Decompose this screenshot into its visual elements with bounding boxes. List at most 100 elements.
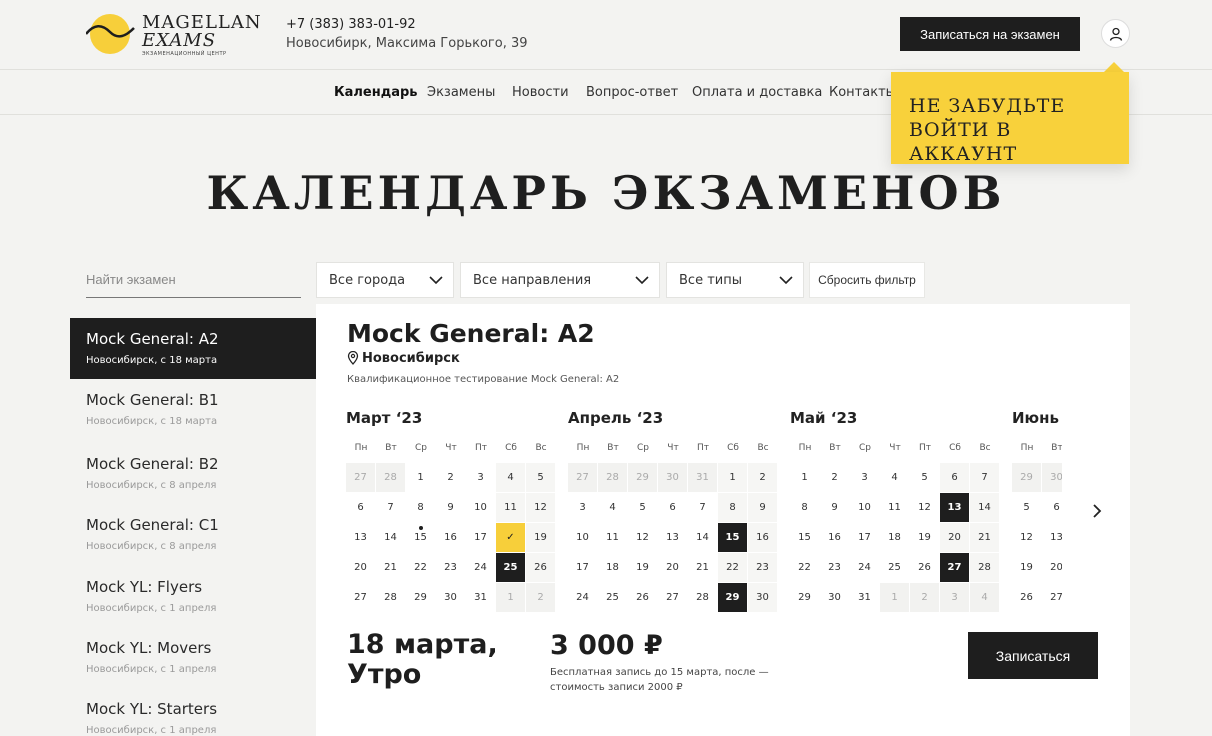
calendar-month-title: Июнь ‘23	[1012, 409, 1062, 427]
nav-contacts[interactable]: Контакты	[829, 85, 896, 100]
calendar-day: 29	[414, 592, 427, 603]
calendar-day: 30	[828, 592, 841, 603]
chevron-down-icon	[779, 276, 793, 285]
calendar-day: 17	[576, 562, 589, 573]
type-select-value: Все типы	[679, 272, 742, 288]
calendar-day: 31	[474, 592, 487, 603]
calendar-day: 4	[496, 463, 525, 492]
calendar-day: 22	[798, 562, 811, 573]
exam-list-item[interactable]: Mock General: C1 Новосибирск, с 8 апреля	[70, 504, 316, 565]
calendar-day: 26	[918, 562, 931, 573]
calendar-day-available[interactable]: 13	[940, 493, 969, 522]
direction-select-value: Все направления	[473, 272, 592, 288]
exam-name: Mock General: B2	[86, 455, 219, 473]
calendar-day: 1	[496, 583, 525, 612]
calendar-day: 3	[477, 472, 484, 483]
type-select[interactable]: Все типы	[666, 262, 804, 298]
weekday-label: Вт	[1051, 443, 1062, 453]
calendar-day: 13	[666, 532, 679, 543]
exam-name: Mock YL: Starters	[86, 700, 218, 718]
calendar-day: 14	[384, 532, 397, 543]
nav-faq[interactable]: Вопрос-ответ	[586, 85, 678, 100]
nav-exams[interactable]: Экзамены	[427, 85, 495, 100]
calendar-day: 7	[699, 502, 706, 513]
logo-text-exams: EXAMS	[142, 30, 217, 51]
calendar-day: 28	[384, 592, 397, 603]
calendar-day-available[interactable]: 27	[940, 553, 969, 582]
calendar-day-selected[interactable]: ✓	[496, 523, 525, 552]
page-title: Календарь экзаменов	[206, 166, 1006, 220]
calendar-day: 28	[970, 553, 999, 582]
weekday-label: Вт	[385, 443, 397, 453]
calendar-day: 22	[414, 562, 427, 573]
tooltip-text: Не забудьте войти в аккаунт	[909, 95, 1066, 165]
city-select[interactable]: Все города	[316, 262, 454, 298]
calendar-day: 4	[891, 472, 898, 483]
selected-date: 18 марта, Утро	[347, 630, 498, 690]
calendar-day-available[interactable]: 29	[718, 583, 747, 612]
calendar-day: 6	[1053, 502, 1060, 513]
nav-payment[interactable]: Оплата и доставка	[692, 85, 822, 100]
weekday-label: Пт	[696, 443, 709, 453]
exam-date: Новосибирск, с 8 апреля	[86, 541, 217, 552]
exam-date: Новосибирск, с 1 апреля	[86, 725, 217, 736]
exam-list-item[interactable]: Mock General: A2 Новосибирск, с 18 марта	[70, 318, 328, 379]
exam-list-item[interactable]: Mock YL: Starters Новосибирск, с 1 апрел…	[70, 688, 316, 736]
calendar-day: 27	[568, 463, 597, 492]
weekday-label: Сб	[505, 443, 517, 453]
exam-date: Новосибирск, с 18 марта	[86, 416, 218, 427]
phone-link[interactable]: +7 (383) 383-01-92	[286, 17, 416, 32]
calendar-day: 26	[526, 553, 555, 582]
calendar-day: 27	[666, 592, 679, 603]
calendar-day: 2	[526, 583, 555, 612]
calendar-day: 15	[414, 532, 427, 543]
calendar-day: 5	[1023, 502, 1030, 513]
weekday-label: Чт	[667, 443, 679, 453]
register-exam-button[interactable]: Записаться на экзамен	[900, 17, 1080, 51]
exam-date: Новосибирск, с 1 апреля	[86, 603, 217, 614]
calendar-day: 3	[861, 472, 868, 483]
calendar-day: 24	[474, 562, 487, 573]
calendar-day: 21	[696, 562, 709, 573]
calendar-day: 22	[718, 553, 747, 582]
calendar-day: 8	[406, 493, 435, 530]
weekday-label: Чт	[889, 443, 901, 453]
logo[interactable]: MAGELLAN EXAMS ЭКЗАМЕНАЦИОННЫЙ ЦЕНТР	[86, 12, 261, 60]
logo-subtitle: ЭКЗАМЕНАЦИОННЫЙ ЦЕНТР	[142, 51, 227, 57]
exam-list-item[interactable]: Mock YL: Movers Новосибирск, с 1 апреля	[70, 627, 316, 688]
calendar-day: 23	[748, 553, 777, 582]
calendar-day: 9	[748, 493, 777, 522]
calendar-day: 17	[858, 532, 871, 543]
account-button[interactable]	[1101, 19, 1130, 48]
calendar-day: 29	[1012, 463, 1041, 492]
calendar-day: 16	[828, 532, 841, 543]
signup-button[interactable]: Записаться	[968, 632, 1098, 679]
calendar-day: 7	[387, 502, 394, 513]
exam-list-item[interactable]: Mock YL: Flyers Новосибирск, с 1 апреля	[70, 566, 316, 627]
exam-list-item[interactable]: Mock General: B1 Новосибирск, с 18 марта	[70, 379, 316, 440]
calendar-day: 28	[376, 463, 405, 492]
user-icon	[1109, 27, 1122, 41]
nav-news[interactable]: Новости	[512, 85, 569, 100]
weekday-label: Ср	[859, 443, 871, 453]
calendar-day: 16	[444, 532, 457, 543]
search-input[interactable]	[86, 262, 301, 298]
weekday-label: Пн	[1020, 443, 1034, 453]
calendar-day: 8	[718, 493, 747, 522]
calendar-day-available[interactable]: 25	[496, 553, 525, 582]
nav-calendar[interactable]: Календарь	[334, 85, 418, 100]
direction-select[interactable]: Все направления	[460, 262, 660, 298]
weekday-label: Пт	[474, 443, 487, 453]
calendar-day: 29	[798, 592, 811, 603]
calendar-day: 12	[1020, 532, 1033, 543]
exam-list-item[interactable]: Mock General: B2 Новосибирск, с 8 апреля	[70, 443, 316, 504]
calendar-day: 24	[858, 562, 871, 573]
calendar-next-arrow-icon[interactable]	[1088, 502, 1106, 520]
exam-city: Новосибирск	[362, 351, 460, 366]
reset-filter-button[interactable]: Сбросить фильтр	[809, 262, 925, 298]
weekday-label: Вс	[757, 443, 769, 453]
weekday-label: Пн	[576, 443, 590, 453]
location-pin-icon	[347, 351, 359, 365]
calendar-day-available[interactable]: 15	[718, 523, 747, 552]
weekday-label: Сб	[949, 443, 961, 453]
